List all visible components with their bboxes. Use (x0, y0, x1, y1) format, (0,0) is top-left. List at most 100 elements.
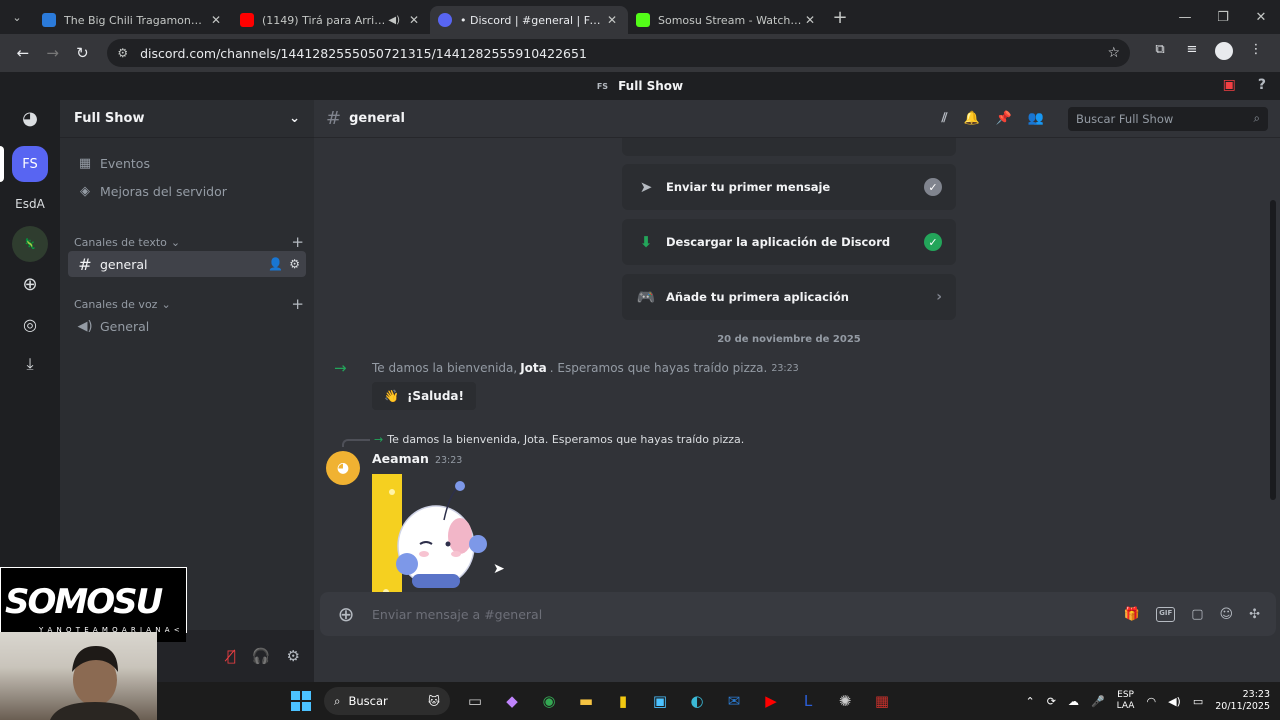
back-icon[interactable]: ← (8, 44, 38, 62)
browser-tab-4[interactable]: Somosu Stream - Watch Live on Kick ✕ (628, 6, 826, 34)
taskbar-clock[interactable]: 23:23 20/11/2025 (1215, 689, 1270, 713)
reply-reference[interactable]: → Te damos la bienvenida, Jota. Esperamo… (342, 431, 744, 447)
discord-favicon-icon (438, 13, 452, 27)
new-tab-button[interactable]: + (826, 7, 854, 28)
channel-general-voice[interactable]: ◀) General (68, 313, 306, 339)
file-explorer-icon[interactable]: ▬ (574, 689, 598, 713)
youtube-icon[interactable]: ▶ (759, 689, 783, 713)
outlook-icon[interactable]: ✉ (722, 689, 746, 713)
tab-search-icon[interactable]: ⌄ (0, 0, 34, 34)
threads-icon[interactable]: ⫽ (942, 111, 948, 126)
media-controls-icon[interactable]: ≡ (1176, 42, 1208, 64)
chevron-up-icon[interactable]: ⌃ (1026, 695, 1035, 708)
apps-icon[interactable]: ✣ (1249, 607, 1260, 622)
webcam-person-image (50, 646, 140, 720)
address-bar[interactable]: ⚙ discord.com/channels/14412825550507213… (107, 39, 1130, 67)
emoji-icon[interactable]: ☺ (1220, 607, 1234, 622)
bookmark-star-icon[interactable]: ☆ (1107, 45, 1120, 61)
wave-sticker-image[interactable] (372, 472, 502, 604)
onboarding-card-first-message[interactable]: ➤ Enviar tu primer mensaje ✓ (622, 164, 956, 210)
pin-icon[interactable]: 📌 (996, 111, 1012, 126)
wifi-icon[interactable]: ◠ (1146, 695, 1156, 708)
sticker-icon[interactable]: ▢ (1191, 607, 1203, 622)
bell-icon[interactable]: 🔔 (963, 111, 979, 126)
members-icon[interactable]: 👥 (1028, 111, 1044, 126)
menu-kebab-icon[interactable]: ⋮ (1240, 42, 1272, 64)
taskbar-search[interactable]: ⌕ Buscar 🐱 (324, 687, 450, 715)
sync-icon[interactable]: ⟳ (1047, 695, 1056, 708)
text-channels-category[interactable]: Canales de texto ⌄ + (74, 233, 304, 251)
inbox-icon[interactable]: ▣ (1223, 77, 1236, 93)
close-window-icon[interactable]: ✕ (1242, 10, 1280, 25)
close-icon[interactable]: ✕ (802, 13, 818, 27)
close-icon[interactable]: ✕ (208, 13, 224, 27)
gamepad-icon: 🎮 (636, 288, 656, 306)
gift-icon[interactable]: 🎁 (1124, 607, 1140, 622)
reload-icon[interactable]: ↻ (68, 44, 98, 62)
minimize-icon[interactable]: — (1166, 10, 1204, 25)
profile-avatar[interactable] (1208, 42, 1240, 64)
discover-icon[interactable]: ◎ (12, 306, 48, 342)
gear-icon[interactable]: ⚙ (289, 257, 300, 271)
help-icon[interactable]: ? (1258, 77, 1266, 93)
wave-button[interactable]: 👋 ¡Saluda! (372, 382, 476, 410)
channel-header: # general ⫽ 🔔 📌 👥 Buscar Full Show ⌕ (314, 100, 1280, 138)
windows-start-icon[interactable] (291, 691, 311, 711)
headphones-icon[interactable]: 🎧 (252, 647, 271, 665)
onboarding-card-app[interactable]: 🎮 Añade tu primera aplicación › (622, 274, 956, 320)
app-red-icon[interactable]: ▦ (870, 689, 894, 713)
language-indicator[interactable]: ESP LAA (1117, 690, 1135, 712)
window-controls: — ❐ ✕ (1166, 10, 1280, 25)
site-info-icon[interactable]: ⚙ (117, 46, 128, 60)
restore-icon[interactable]: ❐ (1204, 10, 1242, 25)
search-input[interactable]: Buscar Full Show ⌕ (1068, 106, 1268, 131)
microphone-icon[interactable]: 🎤 (1091, 695, 1105, 708)
app-l-icon[interactable]: L (796, 689, 820, 713)
message-composer[interactable]: ⊕ Enviar mensaje a #general 🎁 GIF ▢ ☺ ✣ (320, 592, 1276, 636)
close-icon[interactable]: ✕ (406, 13, 422, 27)
add-channel-icon[interactable]: + (291, 295, 304, 313)
onboarding-card-download[interactable]: ⬇ Descargar la aplicación de Discord ✓ (622, 219, 956, 265)
server-header[interactable]: Full Show ⌄ (60, 100, 314, 138)
browser-tab-1[interactable]: The Big Chili Tragamonedas | 1x ✕ (34, 6, 232, 34)
powerbi-icon[interactable]: ▮ (611, 689, 635, 713)
channel-general-text[interactable]: # general 👤 ⚙ (68, 251, 306, 277)
cloud-icon[interactable]: ☁ (1068, 695, 1079, 708)
user-settings-gear-icon[interactable]: ⚙ (287, 647, 300, 665)
stream-logo-text: SOMOSU (5, 582, 163, 622)
server-image-icon[interactable]: 🦎 (12, 226, 48, 262)
edge-icon[interactable]: ◐ (685, 689, 709, 713)
battery-icon[interactable]: ▭ (1193, 695, 1203, 708)
download-icon[interactable]: ⤓ (12, 346, 48, 382)
forward-icon[interactable]: → (38, 44, 68, 62)
welcome-user[interactable]: Jota (520, 361, 547, 375)
chatgpt-icon[interactable]: ✺ (833, 689, 857, 713)
window-title: Full Show (618, 79, 684, 93)
add-server-icon[interactable]: ⊕ (12, 266, 48, 302)
avatar[interactable]: ◕ (326, 451, 360, 485)
gif-icon[interactable]: GIF (1156, 606, 1176, 622)
nav-boosts[interactable]: ◈ Mejoras del servidor (68, 178, 306, 204)
speaker-icon[interactable]: ◀) (388, 15, 400, 26)
chrome-icon[interactable]: ◉ (537, 689, 561, 713)
author-name[interactable]: Aeaman (372, 451, 429, 466)
volume-icon[interactable]: ◀) (1168, 695, 1181, 708)
task-view-icon[interactable]: ▭ (463, 689, 487, 713)
extensions-icon[interactable]: ⧉ (1144, 42, 1176, 64)
server-badge: FS (596, 81, 609, 91)
store-icon[interactable]: ▣ (648, 689, 672, 713)
chat-scrollbar[interactable] (1270, 200, 1276, 500)
add-attachment-icon[interactable]: ⊕ (336, 602, 356, 626)
browser-tab-2[interactable]: (1149) Tirá para Arriba - YouTube ◀) ✕ (232, 6, 430, 34)
server-esda[interactable]: EsdA (12, 186, 48, 222)
mic-muted-icon[interactable]: 🎙̸ (227, 647, 236, 665)
copilot-icon[interactable]: ◆ (500, 689, 524, 713)
close-icon[interactable]: ✕ (604, 13, 620, 27)
nav-events[interactable]: ▦ Eventos (68, 150, 306, 176)
discord-home-icon[interactable]: ◕ (12, 100, 48, 136)
invite-icon[interactable]: 👤 (268, 257, 283, 271)
add-channel-icon[interactable]: + (291, 233, 304, 251)
voice-channels-category[interactable]: Canales de voz ⌄ + (74, 295, 304, 313)
server-fs[interactable]: FS (12, 146, 48, 182)
browser-tab-3[interactable]: • Discord | #general | Full Show ✕ (430, 6, 628, 34)
